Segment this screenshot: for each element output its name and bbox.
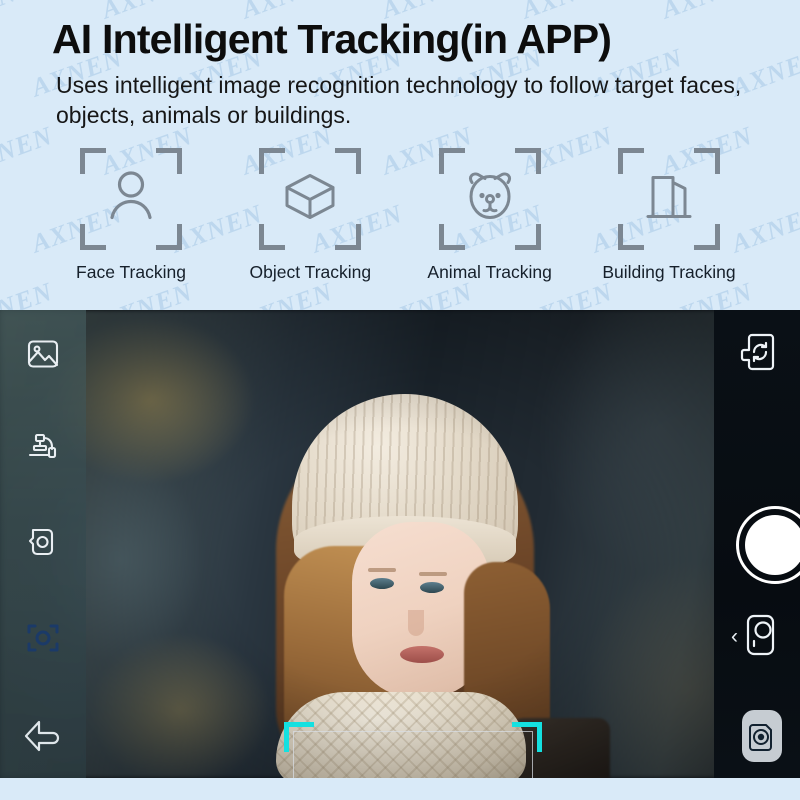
photo-mode-button[interactable] xyxy=(17,328,69,380)
chevron-left-icon[interactable]: ‹ xyxy=(731,626,738,647)
ai-tracking-button[interactable] xyxy=(17,612,69,664)
cube-icon xyxy=(281,168,339,231)
bracket-frame xyxy=(259,148,362,250)
ai-tracking-icon xyxy=(27,624,59,652)
promo-header: AXNEN AXNEN AXNEN AXNEN AXNEN AXNEN AXNEN AXNEN… xyxy=(0,0,800,310)
camera-flip-icon xyxy=(740,333,775,371)
shutter-core xyxy=(745,515,800,575)
lens-mode-button[interactable] xyxy=(742,710,782,762)
camera-flip-button[interactable] xyxy=(736,328,780,376)
back-button[interactable] xyxy=(17,710,69,762)
bracket-frame xyxy=(617,148,720,250)
gallery-button[interactable] xyxy=(740,610,780,660)
watermark-text: AXNEN xyxy=(0,0,57,25)
bracket-corner-tr xyxy=(693,148,720,174)
back-arrow-icon xyxy=(24,720,60,752)
ai-tracking-box xyxy=(284,722,542,778)
building-icon xyxy=(641,169,697,230)
feature-icon-row: Face Tracking Object Tracking Animal Tra… xyxy=(0,148,800,308)
feature-label: Object Tracking xyxy=(249,262,372,282)
tracking-frame-line xyxy=(293,731,533,778)
watermark-text: AXNEN xyxy=(658,0,757,25)
bracket-frame xyxy=(438,148,541,250)
vignette-overlay xyxy=(0,310,800,778)
dog-face-icon xyxy=(460,169,520,230)
camera-app-screenshot: ‹ xyxy=(0,310,800,778)
person-icon xyxy=(102,168,160,231)
memory-card-button[interactable] xyxy=(17,516,69,568)
page-subtitle: Uses intelligent image recognition techn… xyxy=(56,72,742,129)
promo-page: AXNEN AXNEN AXNEN AXNEN AXNEN AXNEN AXNEN AXNEN… xyxy=(0,0,800,800)
action-camera-icon xyxy=(746,614,775,656)
lens-mode-icon xyxy=(749,724,772,751)
microscope-mode-button[interactable] xyxy=(17,422,69,474)
page-title: AI Intelligent Tracking(in APP) xyxy=(52,16,612,62)
tracking-corner-tl xyxy=(284,722,314,752)
tracking-corner-tr xyxy=(512,722,542,752)
photo-mode-icon xyxy=(27,340,59,368)
microscope-icon xyxy=(28,433,57,459)
left-control-rail xyxy=(0,310,86,778)
feature-label: Face Tracking xyxy=(76,262,186,282)
feature-building-tracking: Building Tracking xyxy=(594,148,744,308)
bracket-corner-br xyxy=(693,224,720,250)
shutter-button[interactable] xyxy=(736,506,800,584)
camera-viewfinder xyxy=(0,310,800,778)
feature-face-tracking: Face Tracking xyxy=(56,148,206,308)
memory-card-icon xyxy=(28,528,54,556)
feature-object-tracking: Object Tracking xyxy=(235,148,385,308)
right-control-rail: ‹ xyxy=(714,310,800,778)
feature-animal-tracking: Animal Tracking xyxy=(415,148,565,308)
bracket-frame xyxy=(80,148,182,250)
feature-label: Building Tracking xyxy=(602,262,736,282)
feature-label: Animal Tracking xyxy=(427,262,552,282)
